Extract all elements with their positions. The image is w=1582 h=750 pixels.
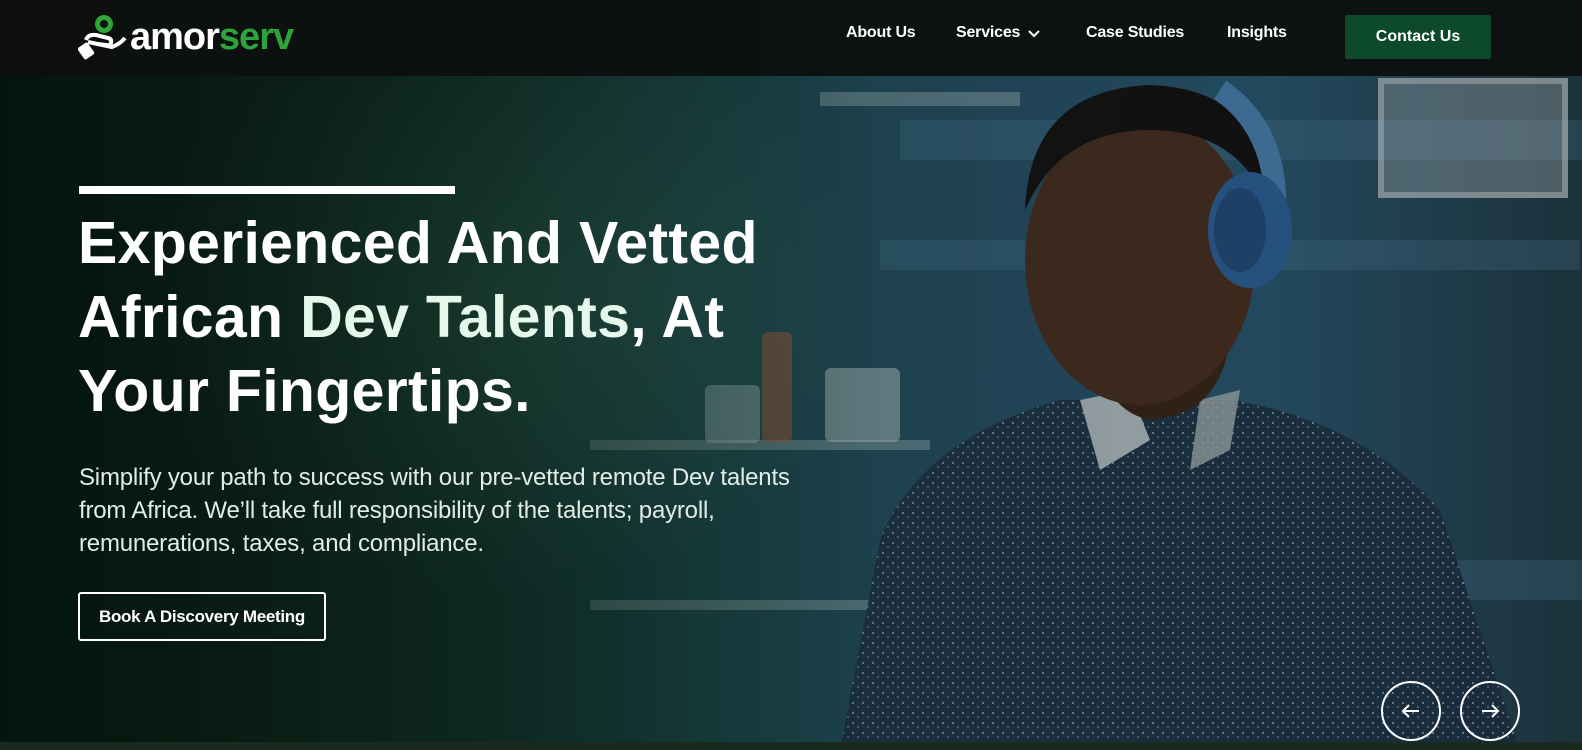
site-header: amorserv About Us Services Case Studies … xyxy=(0,0,1582,76)
hero-headline: Experienced And Vetted African Dev Talen… xyxy=(78,206,838,428)
headline-line-2a: African xyxy=(78,284,301,350)
carousel-next-button[interactable] xyxy=(1460,681,1520,741)
logo-mark-icon xyxy=(78,15,127,60)
brand-logo[interactable]: amorserv xyxy=(78,14,294,60)
nav-about-us[interactable]: About Us xyxy=(846,24,916,42)
chevron-down-icon xyxy=(1028,30,1040,38)
carousel-prev-button[interactable] xyxy=(1381,681,1441,741)
hero-subtext: Simplify your path to success with our p… xyxy=(79,464,790,557)
logo-wordmark: amorserv xyxy=(130,16,294,58)
nav-services-label: Services xyxy=(956,24,1021,41)
bottom-edge xyxy=(0,742,1582,750)
nav-insights[interactable]: Insights xyxy=(1227,24,1287,42)
arrow-right-icon xyxy=(1482,704,1500,718)
headline-line-1: Experienced And Vetted xyxy=(78,210,758,276)
contact-us-button[interactable]: Contact Us xyxy=(1345,15,1491,59)
headline-line-3: Your Fingertips. xyxy=(78,358,531,424)
nav-case-studies[interactable]: Case Studies xyxy=(1086,24,1184,42)
arrow-left-icon xyxy=(1401,704,1419,718)
headline-line-2c: , At xyxy=(630,284,725,350)
headline-accent-bar xyxy=(79,186,455,194)
headline-highlight: Dev Talents xyxy=(300,284,631,350)
nav-services[interactable]: Services xyxy=(956,24,1041,42)
book-discovery-meeting-button[interactable]: Book A Discovery Meeting xyxy=(78,592,326,641)
